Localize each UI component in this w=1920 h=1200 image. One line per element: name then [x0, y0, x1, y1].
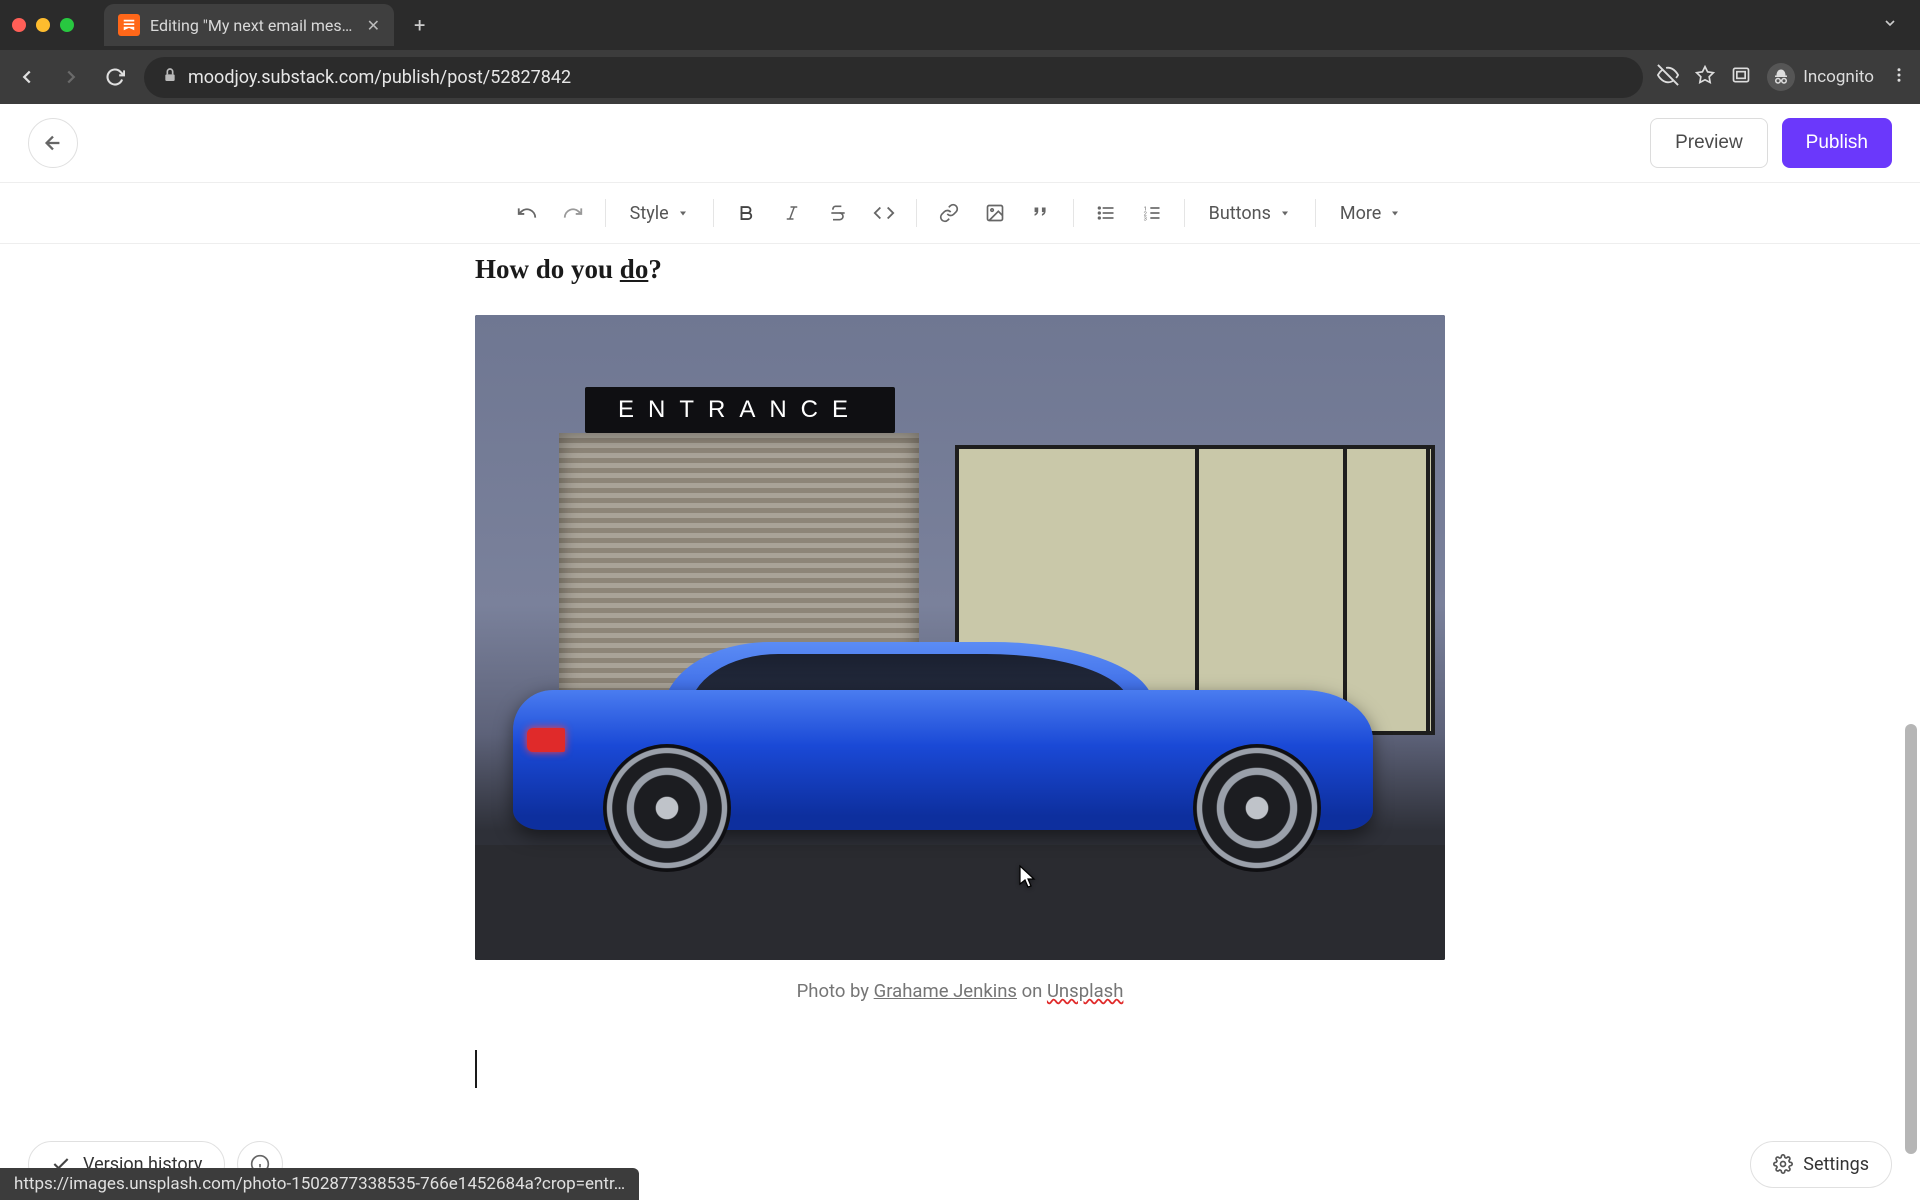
editor-toolbar: Style 123 Buttons More [0, 182, 1920, 244]
source-link[interactable]: Unsplash [1047, 980, 1123, 1002]
car-illustration [513, 647, 1373, 872]
kebab-menu-icon[interactable] [1890, 66, 1908, 88]
toolbar-divider [1073, 199, 1074, 227]
minimize-window-icon[interactable] [36, 18, 50, 32]
svg-text:3: 3 [1143, 217, 1146, 223]
forward-button[interactable] [56, 62, 86, 92]
url-text: moodjoy.substack.com/publish/post/528278… [188, 67, 571, 88]
image-block[interactable]: ENTRANCE Photo by Grahame Jenkins on Un [475, 315, 1445, 1002]
tab-title: Editing "My next email messag [150, 16, 357, 35]
bullet-list-button[interactable] [1084, 191, 1128, 235]
preview-button[interactable]: Preview [1650, 118, 1768, 168]
maximize-window-icon[interactable] [60, 18, 74, 32]
strikethrough-button[interactable] [816, 191, 860, 235]
address-bar: moodjoy.substack.com/publish/post/528278… [0, 50, 1920, 104]
publish-button[interactable]: Publish [1782, 118, 1892, 168]
window-controls [12, 18, 74, 32]
editor-back-button[interactable] [28, 118, 78, 168]
image-caption[interactable]: Photo by Grahame Jenkins on Unsplash [475, 980, 1445, 1002]
tab-bar: Editing "My next email messag ✕ + [0, 0, 1920, 50]
redo-button[interactable] [551, 191, 595, 235]
code-button[interactable] [862, 191, 906, 235]
editor-body[interactable]: How do you do? ENTRANCE [0, 244, 1920, 1200]
new-tab-button[interactable]: + [404, 9, 435, 41]
link-button[interactable] [927, 191, 971, 235]
settings-button[interactable]: Settings [1750, 1141, 1892, 1188]
more-dropdown[interactable]: More [1326, 191, 1415, 235]
incognito-indicator[interactable]: Incognito [1767, 63, 1874, 91]
bold-button[interactable] [724, 191, 768, 235]
toolbar-divider [605, 199, 606, 227]
scrollbar-thumb[interactable] [1905, 724, 1917, 1154]
reload-button[interactable] [100, 62, 130, 92]
tabs-overflow-icon[interactable] [1872, 15, 1908, 35]
url-field[interactable]: moodjoy.substack.com/publish/post/528278… [144, 57, 1643, 98]
embedded-image[interactable]: ENTRANCE [475, 315, 1445, 960]
lock-icon [162, 67, 178, 88]
toolbar-divider [1184, 199, 1185, 227]
eye-off-icon[interactable] [1657, 64, 1679, 90]
browser-tab[interactable]: Editing "My next email messag ✕ [104, 4, 394, 46]
quote-button[interactable] [1019, 191, 1063, 235]
back-button[interactable] [12, 62, 42, 92]
status-bar-url: https://images.unsplash.com/photo-150287… [0, 1168, 639, 1200]
italic-button[interactable] [770, 191, 814, 235]
app-header: Preview Publish [0, 104, 1920, 182]
close-tab-icon[interactable]: ✕ [367, 16, 380, 35]
number-list-button[interactable]: 123 [1130, 191, 1174, 235]
buttons-dropdown[interactable]: Buttons [1195, 191, 1305, 235]
incognito-icon [1767, 63, 1795, 91]
toolbar-divider [1315, 199, 1316, 227]
close-window-icon[interactable] [12, 18, 26, 32]
style-dropdown[interactable]: Style [616, 191, 703, 235]
entrance-sign: ENTRANCE [585, 387, 895, 433]
undo-button[interactable] [505, 191, 549, 235]
bookmark-star-icon[interactable] [1695, 65, 1715, 89]
extensions-icon[interactable] [1731, 65, 1751, 89]
text-cursor [475, 1050, 477, 1088]
content-heading[interactable]: How do you do? [475, 254, 1445, 285]
author-link[interactable]: Grahame Jenkins [874, 980, 1017, 1002]
substack-favicon [118, 14, 140, 36]
toolbar-divider [916, 199, 917, 227]
image-button[interactable] [973, 191, 1017, 235]
incognito-label: Incognito [1803, 67, 1874, 87]
toolbar-divider [713, 199, 714, 227]
